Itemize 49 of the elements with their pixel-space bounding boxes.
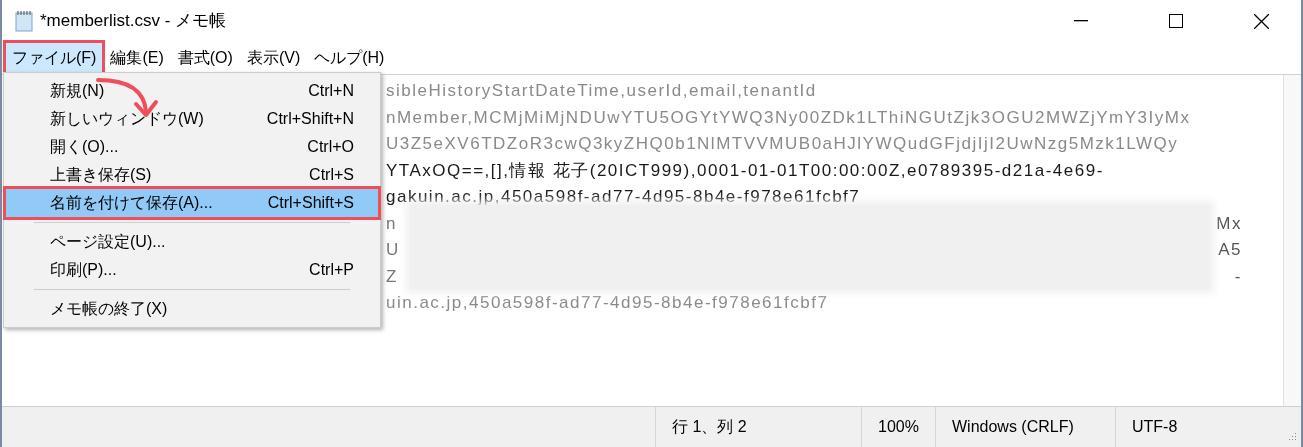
menu-bar-item[interactable]: 編集(E) — [104, 43, 170, 73]
menu-item-label: 開く(O)... — [50, 137, 119, 157]
shortcut-label: Ctrl+N — [308, 81, 354, 101]
text-fragment: U — [386, 239, 400, 261]
menu-bar-item[interactable]: 表示(V) — [240, 43, 307, 73]
menu-item-label: 印刷(P)... — [50, 260, 117, 280]
scrollbar[interactable] — [1283, 75, 1301, 406]
text-fragment: A5 — [1218, 239, 1242, 261]
menu-item-label: 新規(N) — [50, 81, 105, 101]
menu-item[interactable]: 上書き保存(S) Ctrl+S — [6, 161, 378, 189]
menu-item-label: ページ設定(U)... — [50, 232, 166, 252]
status-cell: Windows (CRLF) — [935, 407, 1115, 447]
text-fragment: Z — [386, 265, 398, 288]
maximize-icon — [1169, 14, 1183, 28]
text-line: nMember,MCMjMiMjNDUwYTU5OGYtYWQ3Ny00ZDk1LThiNGUtZjk3OGU2MWZjYmY3IyMx — [386, 106, 1191, 129]
menu-item[interactable]: ページ設定(U)... — [6, 228, 378, 256]
menu-item[interactable]: メモ帳の終了(X) — [6, 295, 378, 323]
menu-item-label: 名前を付けて保存(A)... — [50, 193, 213, 213]
text-fragment: n — [386, 212, 397, 235]
close-icon — [1253, 13, 1269, 29]
menu-bar-item[interactable]: 書式(O) — [171, 43, 239, 73]
menu-item-label: 上書き保存(S) — [50, 165, 152, 185]
menu-bar-item[interactable]: ファイル(F) — [6, 43, 103, 73]
shortcut-label: Ctrl+Shift+S — [267, 193, 354, 213]
minimize-icon — [1074, 20, 1088, 22]
shortcut-label: Ctrl+O — [307, 137, 354, 157]
menu-item[interactable]: 開く(O)... Ctrl+O — [6, 133, 378, 161]
menu-item-label: 新しいウィンドウ(W) — [50, 109, 204, 129]
text-line: gakuin.ac.jp,450a598f-ad77-4d95-8b4e-f978e61fcbf7 — [386, 186, 861, 208]
status-cell: 100% — [861, 407, 935, 447]
text-line: uin.ac.jp,450a598f-ad77-4d95-8b4e-f978e61fcbf7 — [386, 292, 829, 314]
window-title: *memberlist.csv - メモ帳 — [40, 10, 227, 33]
shortcut-label: Ctrl+S — [309, 165, 354, 185]
status-cell: 行 1、列 2 — [655, 407, 861, 447]
menu-bar-item[interactable]: ヘルプ(H) — [308, 43, 391, 73]
menu-item[interactable]: 印刷(P)... Ctrl+P — [6, 256, 378, 284]
notepad-icon — [14, 10, 34, 32]
text-fragment: Mx — [1216, 212, 1242, 235]
shortcut-label: Ctrl+Shift+N — [266, 109, 354, 129]
text-line: sibleHistoryStartDateTime,userId,email,tenantId — [386, 80, 817, 102]
text-fragment: - — [1234, 265, 1242, 288]
menu-item[interactable]: 新規(N) Ctrl+N — [6, 77, 378, 105]
shortcut-label: Ctrl+P — [309, 260, 354, 280]
text-line: YTAxOQ==,[],情報 花子(20ICT999),0001-01-01T00:00:00Z,e0789395-d21a-4e69- — [386, 159, 1104, 182]
status-cell: UTF-8 — [1115, 407, 1285, 447]
menu-item-label: メモ帳の終了(X) — [50, 299, 168, 319]
menu-item[interactable]: 名前を付けて保存(A)... Ctrl+Shift+S — [6, 189, 378, 217]
text-line: U3Z5eXV6TDZoR3cwQ3kyZHQ0b1NlMTVVMUB0aHJlYWQudGFjdjIjI2UwNzg5Mzk1LWQy — [386, 133, 1179, 155]
menu-item[interactable]: 新しいウィンドウ(W) Ctrl+Shift+N — [6, 105, 378, 133]
